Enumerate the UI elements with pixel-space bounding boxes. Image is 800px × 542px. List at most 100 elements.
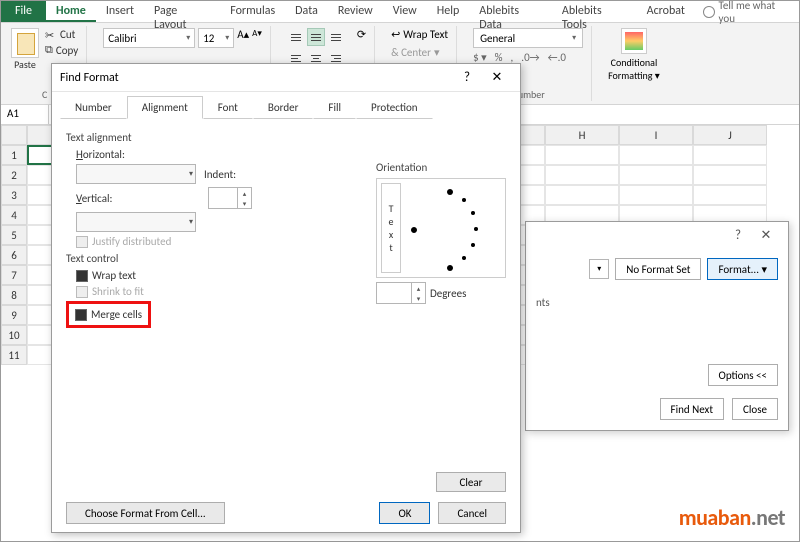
- row-header[interactable]: 9: [1, 305, 27, 325]
- vertical-label: Vertical:: [76, 192, 136, 205]
- wrap-text-button[interactable]: ↩ Wrap Text: [391, 28, 448, 41]
- cell[interactable]: [693, 165, 767, 185]
- paste-icon: [11, 28, 39, 58]
- orientation-control[interactable]: Text: [376, 178, 506, 278]
- choose-format-from-cell-button[interactable]: Choose Format From Cell...: [66, 502, 225, 524]
- watermark: muaban.net: [679, 504, 785, 531]
- align-bottom-button[interactable]: [327, 28, 345, 46]
- cell[interactable]: [693, 185, 767, 205]
- help-button[interactable]: ?: [724, 228, 752, 243]
- cancel-button[interactable]: Cancel: [438, 502, 506, 524]
- degrees-spinner[interactable]: ▴▾: [376, 282, 426, 304]
- number-format: General: [480, 32, 515, 45]
- dialog-tabs: Number Alignment Font Border Fill Protec…: [52, 92, 520, 119]
- row-header[interactable]: 2: [1, 165, 27, 185]
- ok-button[interactable]: OK: [379, 502, 430, 524]
- cell[interactable]: [619, 185, 693, 205]
- merge-cells-checkbox[interactable]: Merge cells: [75, 308, 142, 321]
- merge-center-button[interactable]: & Center ▾: [391, 46, 439, 59]
- cell[interactable]: [619, 165, 693, 185]
- cell[interactable]: [619, 145, 693, 165]
- tab-data[interactable]: Data: [285, 1, 328, 22]
- cell[interactable]: [545, 145, 619, 165]
- increase-decimal-button[interactable]: .0→: [521, 51, 539, 64]
- merge-cells-highlight: Merge cells: [66, 301, 151, 328]
- vertical-select[interactable]: ▾: [76, 212, 196, 232]
- cut-label: Cut: [60, 28, 75, 41]
- decrease-decimal-button[interactable]: ←.0: [548, 51, 566, 64]
- file-tab[interactable]: File: [1, 1, 46, 22]
- vertical-text-preview[interactable]: Text: [381, 183, 401, 273]
- tab-ablebits-tools[interactable]: Ablebits Tools: [552, 1, 637, 22]
- horizontal-select[interactable]: ▾: [76, 164, 196, 184]
- copy-button[interactable]: ⧉ Copy: [45, 43, 78, 57]
- tab-acrobat[interactable]: Acrobat: [637, 1, 695, 22]
- col-header[interactable]: H: [545, 125, 619, 145]
- merge-center-label: & Center: [391, 46, 431, 59]
- tab-view[interactable]: View: [383, 1, 427, 22]
- tab-number[interactable]: Number: [60, 96, 127, 119]
- paste-button[interactable]: Paste: [11, 28, 39, 71]
- partial-text: nts: [526, 290, 788, 309]
- row-header[interactable]: 8: [1, 285, 27, 305]
- tab-border[interactable]: Border: [253, 96, 314, 119]
- orientation-arc[interactable]: [407, 183, 501, 273]
- row-header[interactable]: 10: [1, 325, 27, 345]
- col-header[interactable]: J: [693, 125, 767, 145]
- cell[interactable]: [545, 165, 619, 185]
- conditional-formatting-button[interactable]: Conditional Formatting ▾: [608, 28, 660, 82]
- font-name-select[interactable]: Calibri ▾: [103, 28, 195, 48]
- number-format-select[interactable]: General ▾: [473, 28, 583, 48]
- close-button[interactable]: Close: [732, 398, 778, 420]
- chevron-down-icon: ▾: [225, 33, 229, 43]
- tab-home[interactable]: Home: [46, 1, 96, 22]
- row-header[interactable]: 11: [1, 345, 27, 365]
- close-button[interactable]: ✕: [752, 228, 780, 243]
- row-header[interactable]: 1: [1, 145, 27, 165]
- help-button[interactable]: ?: [452, 70, 482, 85]
- tab-ablebits-data[interactable]: Ablebits Data: [469, 1, 552, 22]
- indent-spinner[interactable]: ▴▾: [208, 187, 252, 209]
- row-header[interactable]: 5: [1, 225, 27, 245]
- cell[interactable]: [693, 145, 767, 165]
- col-header[interactable]: I: [619, 125, 693, 145]
- dialog-title: Find Format: [60, 71, 452, 85]
- tab-font[interactable]: Font: [203, 96, 253, 119]
- close-button[interactable]: ✕: [482, 70, 512, 85]
- cut-button[interactable]: ✂ Cut: [45, 28, 78, 41]
- tab-help[interactable]: Help: [427, 1, 470, 22]
- align-middle-button[interactable]: [307, 28, 325, 46]
- tab-review[interactable]: Review: [328, 1, 383, 22]
- cond-label1: Conditional: [611, 56, 658, 69]
- decrease-font-button[interactable]: A▾: [252, 28, 262, 48]
- tell-me[interactable]: Tell me what you: [695, 1, 799, 22]
- row-header[interactable]: 7: [1, 265, 27, 285]
- align-top-button[interactable]: [287, 28, 305, 46]
- name-box[interactable]: A1: [1, 105, 49, 124]
- orientation-button[interactable]: ⟳: [357, 28, 366, 46]
- cell[interactable]: [545, 185, 619, 205]
- indent-label: Indent:: [204, 168, 236, 181]
- preview-within-select[interactable]: ▾: [589, 259, 609, 279]
- row-header[interactable]: 6: [1, 245, 27, 265]
- options-button[interactable]: Options <<: [708, 364, 778, 386]
- format-button[interactable]: Format... ▾: [707, 258, 778, 280]
- tab-formulas[interactable]: Formulas: [220, 1, 285, 22]
- select-all-corner[interactable]: [1, 125, 27, 145]
- row-header[interactable]: 3: [1, 185, 27, 205]
- tab-protection[interactable]: Protection: [356, 96, 433, 119]
- tab-insert[interactable]: Insert: [96, 1, 144, 22]
- clear-button[interactable]: Clear: [436, 472, 506, 492]
- tell-me-label: Tell me what you: [719, 0, 791, 25]
- font-size-select[interactable]: 12 ▾: [198, 28, 234, 48]
- tab-fill[interactable]: Fill: [313, 96, 356, 119]
- row-header[interactable]: 4: [1, 205, 27, 225]
- orientation-group: Orientation Text ▴▾: [376, 157, 506, 304]
- copy-label: Copy: [56, 44, 78, 57]
- tab-page-layout[interactable]: Page Layout: [144, 1, 220, 22]
- find-next-button[interactable]: Find Next: [660, 398, 725, 420]
- conditional-formatting-icon: [621, 28, 647, 54]
- increase-font-button[interactable]: A▴: [237, 28, 249, 48]
- tab-alignment[interactable]: Alignment: [127, 96, 203, 119]
- wrap-icon: ↩: [391, 28, 400, 41]
